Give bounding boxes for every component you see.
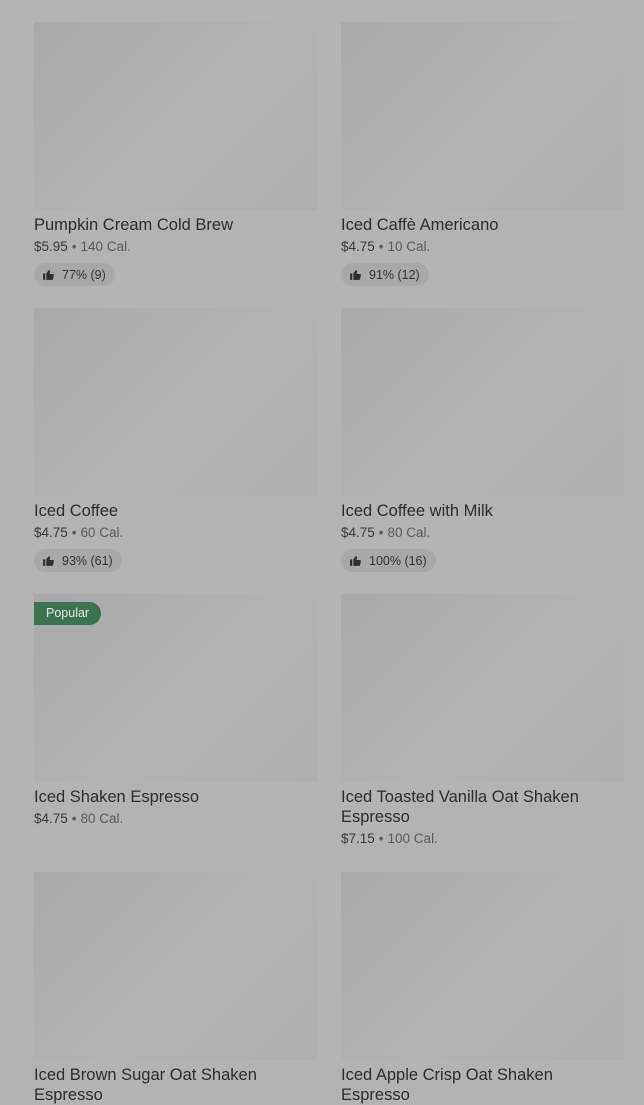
product-card[interactable]: Popular Iced Shaken Espresso $4.75 • 80 Ca… xyxy=(34,594,317,829)
product-card[interactable]: Iced Coffee $4.75 • 60 Cal. 93% (61) xyxy=(34,308,317,572)
product-meta: $5.95 • 140 Cal. xyxy=(34,237,317,257)
product-meta: $4.75 • 80 Cal. xyxy=(34,809,317,829)
rating-text: 93% (61) xyxy=(62,553,113,568)
product-price: $4.75 xyxy=(341,525,375,540)
product-name[interactable]: Pumpkin Cream Cold Brew xyxy=(34,215,317,235)
separator-dot: • xyxy=(378,831,384,846)
separator-dot: • xyxy=(71,811,77,826)
product-card[interactable]: Iced Toasted Vanilla Oat Shaken Espresso… xyxy=(341,594,624,849)
rating-text: 77% (9) xyxy=(62,267,106,282)
product-calories: 140 Cal. xyxy=(80,239,131,254)
product-image[interactable] xyxy=(341,308,624,496)
product-image[interactable] xyxy=(34,22,317,210)
product-name[interactable]: Iced Apple Crisp Oat Shaken Espresso xyxy=(341,1065,624,1105)
product-name[interactable]: Iced Brown Sugar Oat Shaken Espresso xyxy=(34,1065,317,1105)
rating-pill: 91% (12) xyxy=(341,263,429,286)
product-name[interactable]: Iced Coffee with Milk xyxy=(341,501,624,521)
rating-text: 91% (12) xyxy=(369,267,420,282)
product-card[interactable]: Iced Brown Sugar Oat Shaken Espresso xyxy=(34,872,317,1105)
product-name[interactable]: Iced Toasted Vanilla Oat Shaken Espresso xyxy=(341,787,624,827)
product-image[interactable] xyxy=(341,594,624,782)
product-calories: 60 Cal. xyxy=(80,525,124,540)
thumbs-up-icon xyxy=(43,270,54,280)
product-card[interactable]: Iced Caffè Americano $4.75 • 10 Cal. 91% (… xyxy=(341,22,624,286)
separator-dot: • xyxy=(71,239,77,254)
product-card[interactable]: Iced Coffee with Milk $4.75 • 80 Cal. 100%… xyxy=(341,308,624,572)
product-price: $7.15 xyxy=(341,831,375,846)
separator-dot: • xyxy=(378,525,384,540)
product-price: $4.75 xyxy=(34,811,68,826)
thumbs-up-icon xyxy=(350,556,361,566)
product-name[interactable]: Iced Shaken Espresso xyxy=(34,787,317,807)
product-meta: $4.75 • 80 Cal. xyxy=(341,523,624,543)
rating-pill: 93% (61) xyxy=(34,549,122,572)
product-price: $4.75 xyxy=(34,525,68,540)
separator-dot: • xyxy=(378,239,384,254)
product-image[interactable] xyxy=(34,872,317,1060)
separator-dot: • xyxy=(71,525,77,540)
product-calories: 80 Cal. xyxy=(80,811,124,826)
product-image[interactable]: Popular xyxy=(34,594,317,782)
rating-text: 100% (16) xyxy=(369,553,427,568)
product-card[interactable]: Pumpkin Cream Cold Brew $5.95 • 140 Cal. 7… xyxy=(34,22,317,286)
rating-pill: 77% (9) xyxy=(34,263,115,286)
product-price: $4.75 xyxy=(341,239,375,254)
product-image[interactable] xyxy=(34,308,317,496)
rating-pill: 100% (16) xyxy=(341,549,436,572)
product-card[interactable]: Iced Apple Crisp Oat Shaken Espresso xyxy=(341,872,624,1105)
popular-badge: Popular xyxy=(34,602,102,625)
product-meta: $7.15 • 100 Cal. xyxy=(341,829,624,849)
product-calories: 10 Cal. xyxy=(387,239,431,254)
thumbs-up-icon xyxy=(43,556,54,566)
product-meta: $4.75 • 60 Cal. xyxy=(34,523,317,543)
product-name[interactable]: Iced Coffee xyxy=(34,501,317,521)
thumbs-up-icon xyxy=(350,270,361,280)
product-name[interactable]: Iced Caffè Americano xyxy=(341,215,624,235)
product-price: $5.95 xyxy=(34,239,68,254)
product-image[interactable] xyxy=(341,872,624,1060)
product-calories: 80 Cal. xyxy=(387,525,431,540)
product-calories: 100 Cal. xyxy=(387,831,438,846)
product-meta: $4.75 • 10 Cal. xyxy=(341,237,624,257)
product-image[interactable] xyxy=(341,22,624,210)
